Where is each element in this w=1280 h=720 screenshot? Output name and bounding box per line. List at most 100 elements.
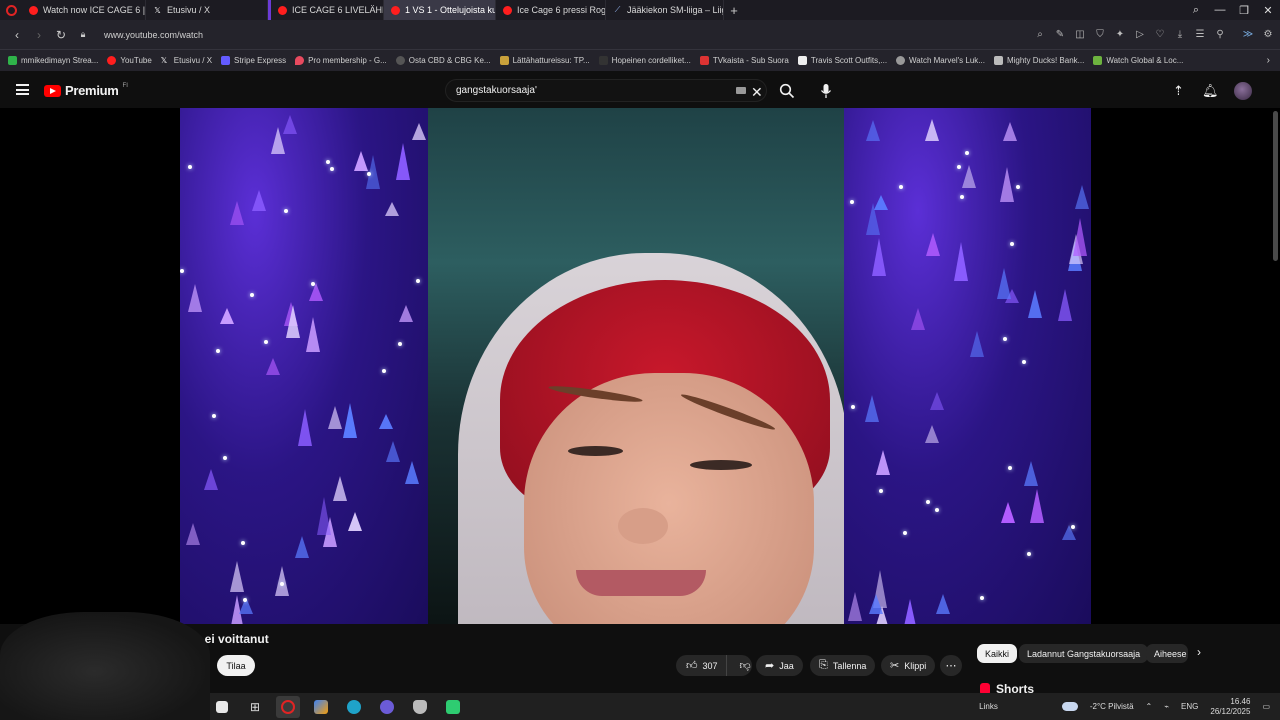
video-player[interactable] (0, 108, 1280, 624)
bookmark-label: mmikedimayn Strea... (21, 56, 99, 65)
mouth-shape (576, 570, 706, 596)
profile-icon[interactable]: ⚲ (1214, 29, 1226, 40)
edit-icon[interactable]: ✎ (1054, 29, 1066, 40)
sparkle-triangle (865, 395, 879, 422)
reload-icon[interactable]: ↻ (50, 28, 72, 42)
bookmark-item[interactable]: mmikedimayn Strea... (8, 56, 98, 65)
ai-icon[interactable]: ≫ (1242, 29, 1254, 40)
bookmark-item[interactable]: Lättähattureissu: TP... (499, 56, 590, 65)
settings-icon[interactable]: ⚙ (1262, 29, 1274, 40)
voice-search-button[interactable] (814, 79, 838, 103)
logo-text: Premium (65, 83, 119, 98)
bookmark-item[interactable]: Mighty Ducks! Bank... (993, 56, 1084, 65)
bookmark-item[interactable]: Stripe Express (221, 56, 286, 65)
save-button[interactable]: ⎘ Tallenna (810, 655, 876, 676)
thumbs-up-icon: 👍︎ (686, 660, 698, 672)
new-tab-button[interactable]: + (724, 0, 744, 20)
microphone-icon (820, 84, 832, 98)
tab-watch-now[interactable]: Watch now ICE CAGE 6 | L (22, 0, 146, 20)
extension-icon[interactable]: ✦ (1114, 29, 1126, 40)
tab-ice-cage-live[interactable]: ICE CAGE 6 LIVELÄHETYS (268, 0, 384, 20)
bookmark-item[interactable]: Watch Marvel's Luk... (896, 56, 985, 65)
sparkle-triangle (396, 143, 410, 180)
start-icon[interactable] (210, 696, 234, 718)
clip-button[interactable]: ✂ Klippi (881, 655, 936, 676)
tray-expand-icon[interactable]: ⌃ (1146, 702, 1153, 711)
chart-app-icon[interactable] (309, 696, 333, 718)
download-icon[interactable]: ⤓ (1174, 29, 1186, 40)
menu-icon[interactable]: ☰ (1194, 29, 1206, 40)
chat-app-icon[interactable] (375, 696, 399, 718)
opera-logo-icon[interactable] (0, 0, 22, 20)
heart-icon[interactable]: ♡ (1154, 29, 1166, 40)
tab-1vs1-active[interactable]: 1 VS 1 - Ottelujoista ku (384, 0, 496, 20)
subscribe-button[interactable]: Tilaa (217, 655, 255, 676)
sparkle-triangle (1073, 218, 1087, 256)
more-actions-button[interactable]: ⋯ (940, 655, 962, 676)
sparkle-triangle (872, 238, 886, 276)
clock[interactable]: 16.46 26/12/2025 (1210, 697, 1250, 717)
back-icon[interactable]: ‹ (6, 28, 28, 42)
forward-icon[interactable]: › (28, 28, 50, 42)
bookmark-item[interactable]: Travis Scott Outfits,... (797, 56, 887, 65)
bookmarks-overflow-icon[interactable]: › (1267, 55, 1280, 66)
lock-icon[interactable]: 🔒︎ (72, 29, 94, 40)
task-view-icon[interactable]: ⊞ (243, 696, 267, 718)
notifications-bell-icon[interactable]: 🔔︎ (1202, 83, 1219, 99)
bookmark-item[interactable]: Pro membership - G... (295, 56, 387, 65)
chip-all[interactable]: Kaikki (977, 644, 1018, 663)
stripe-icon (221, 56, 231, 65)
play-icon[interactable]: ▷ (1134, 29, 1146, 40)
keyboard-icon[interactable] (736, 87, 746, 94)
liiga-icon: ⟋ (614, 5, 621, 14)
shield-app-icon[interactable] (408, 696, 432, 718)
url-field[interactable]: www.youtube.com/watch (104, 30, 203, 40)
camera-icon[interactable]: ◫ (1074, 29, 1086, 40)
restore-icon[interactable]: ❐ (1232, 4, 1256, 17)
page-scrollbar[interactable] (1273, 111, 1278, 261)
bookmark-item[interactable]: TVkaista - Sub Suora (699, 56, 789, 65)
green-app-icon[interactable] (441, 696, 465, 718)
youtube-icon (503, 5, 512, 15)
clear-search-icon[interactable]: ✕ (751, 84, 763, 101)
bookmark-item[interactable]: 𝕏 Etusivu / X (161, 56, 212, 65)
close-window-icon[interactable]: ✕ (1256, 4, 1280, 17)
shield-icon[interactable]: ⛉ (1094, 29, 1106, 40)
like-dislike-group: 👍︎ 307 👎︎ (676, 655, 752, 676)
chips-next-icon[interactable]: › (1197, 645, 1201, 659)
sparkle-triangle (876, 450, 890, 475)
search-button[interactable] (770, 79, 804, 103)
bookmark-item[interactable]: Osta CBD & CBG Ke... (395, 56, 491, 65)
sparkle-star (879, 489, 883, 493)
edge-icon[interactable] (342, 696, 366, 718)
account-avatar[interactable] (1234, 82, 1252, 100)
dislike-button[interactable]: 👎︎ (732, 659, 759, 672)
search-input[interactable]: gangstakuorsaaja' (445, 79, 767, 102)
minimize-icon[interactable]: — (1208, 4, 1232, 16)
scissors-icon: ✂ (890, 660, 900, 672)
sparkle-star (264, 340, 268, 344)
chip-uploaded-by[interactable]: Ladannut Gangstakuorsaaja (1019, 644, 1149, 663)
upload-icon[interactable]: ⇡ (1173, 83, 1184, 99)
sparkle-star (280, 582, 284, 586)
weather-text[interactable]: -2°C Pilvistä (1090, 702, 1134, 711)
language-indicator[interactable]: ENG (1181, 702, 1198, 711)
tab-liiga[interactable]: ⟋ Jääkiekon SM-liiga – Liiga (606, 0, 724, 20)
tab-ice-cage-pressi[interactable]: Ice Cage 6 pressi Roger K (496, 0, 606, 20)
search-icon[interactable]: ⌕ (1034, 29, 1046, 40)
sparkle-star (398, 342, 402, 346)
bookmark-item[interactable]: Watch Global & Loc... (1093, 56, 1183, 65)
network-icon[interactable]: ⌁ (1164, 702, 1169, 711)
links-toolbar[interactable]: Links (979, 702, 998, 711)
opera-taskbar-icon[interactable] (276, 695, 300, 718)
youtube-logo[interactable]: Premium FI (44, 83, 128, 98)
tab-x-home[interactable]: 𝕏 Etusivu / X (146, 0, 268, 20)
bookmark-item[interactable]: Hopeinen cordelliket... (598, 56, 691, 65)
search-tabs-icon[interactable]: ⌕ (1184, 4, 1208, 17)
like-button[interactable]: 👍︎ 307 (676, 655, 727, 676)
notification-center-icon[interactable]: ▭ (1262, 702, 1270, 711)
bookmark-item[interactable]: YouTube (107, 56, 152, 65)
guide-menu-icon[interactable] (16, 84, 29, 95)
chip-related[interactable]: Aiheese (1146, 644, 1188, 663)
share-button[interactable]: ➦ Jaa (756, 655, 803, 676)
